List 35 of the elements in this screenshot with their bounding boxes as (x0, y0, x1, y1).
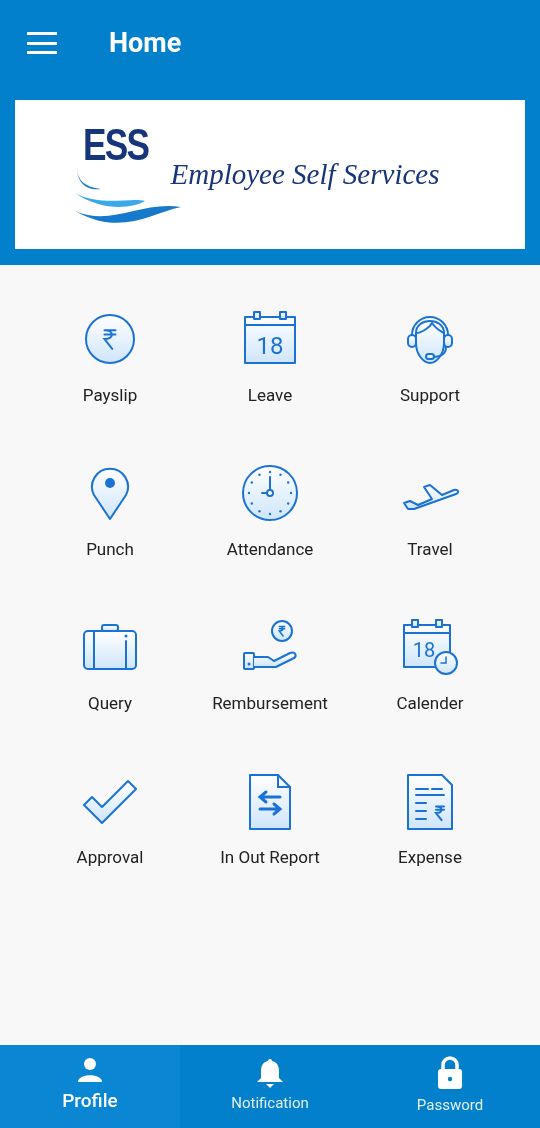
bell-icon (256, 1058, 284, 1089)
logo-mark: ESS (82, 122, 148, 167)
menu-tile[interactable]: Approval (30, 771, 190, 925)
tile-label: Expense (398, 846, 462, 869)
menu-tile[interactable]: Rembursement (190, 617, 350, 771)
tile-label: Payslip (82, 384, 138, 407)
tile-label: Leave (247, 384, 293, 407)
menu-tile[interactable]: Payslip (30, 309, 190, 463)
clock-icon (240, 463, 300, 523)
tile-label: Travel (407, 538, 453, 561)
menu-tile[interactable]: Expense (350, 771, 510, 925)
menu-tile[interactable]: 18 Calender (350, 617, 510, 771)
tile-label: Approval (76, 846, 144, 869)
lock-icon (437, 1056, 463, 1091)
menu-tile[interactable]: 18 Leave (190, 309, 350, 463)
tile-label: Calender (396, 692, 464, 715)
tile-label: Punch (86, 538, 134, 561)
tile-label: Rembursement (212, 692, 328, 715)
nav-tab[interactable]: Password (360, 1045, 540, 1128)
nav-tab[interactable]: Profile (0, 1045, 180, 1128)
menu-tile[interactable]: Punch (30, 463, 190, 617)
tile-label: Query (87, 692, 132, 715)
logo-text: Employee Self Services (170, 157, 440, 192)
menu-tile[interactable]: Travel (350, 463, 510, 617)
menu-tile[interactable]: In Out Report (190, 771, 350, 925)
menu-tile[interactable]: Query (30, 617, 190, 771)
tile-label: Attendance (226, 538, 314, 561)
person-icon (77, 1057, 103, 1084)
tile-label: In Out Report (220, 846, 320, 869)
menu-tile[interactable]: Attendance (190, 463, 350, 617)
page-title: Home (109, 25, 182, 61)
nav-tab[interactable]: Notification (180, 1045, 360, 1128)
menu-tile[interactable]: Support (350, 309, 510, 463)
tile-label: Support (400, 384, 460, 407)
menu-icon[interactable] (27, 32, 57, 54)
